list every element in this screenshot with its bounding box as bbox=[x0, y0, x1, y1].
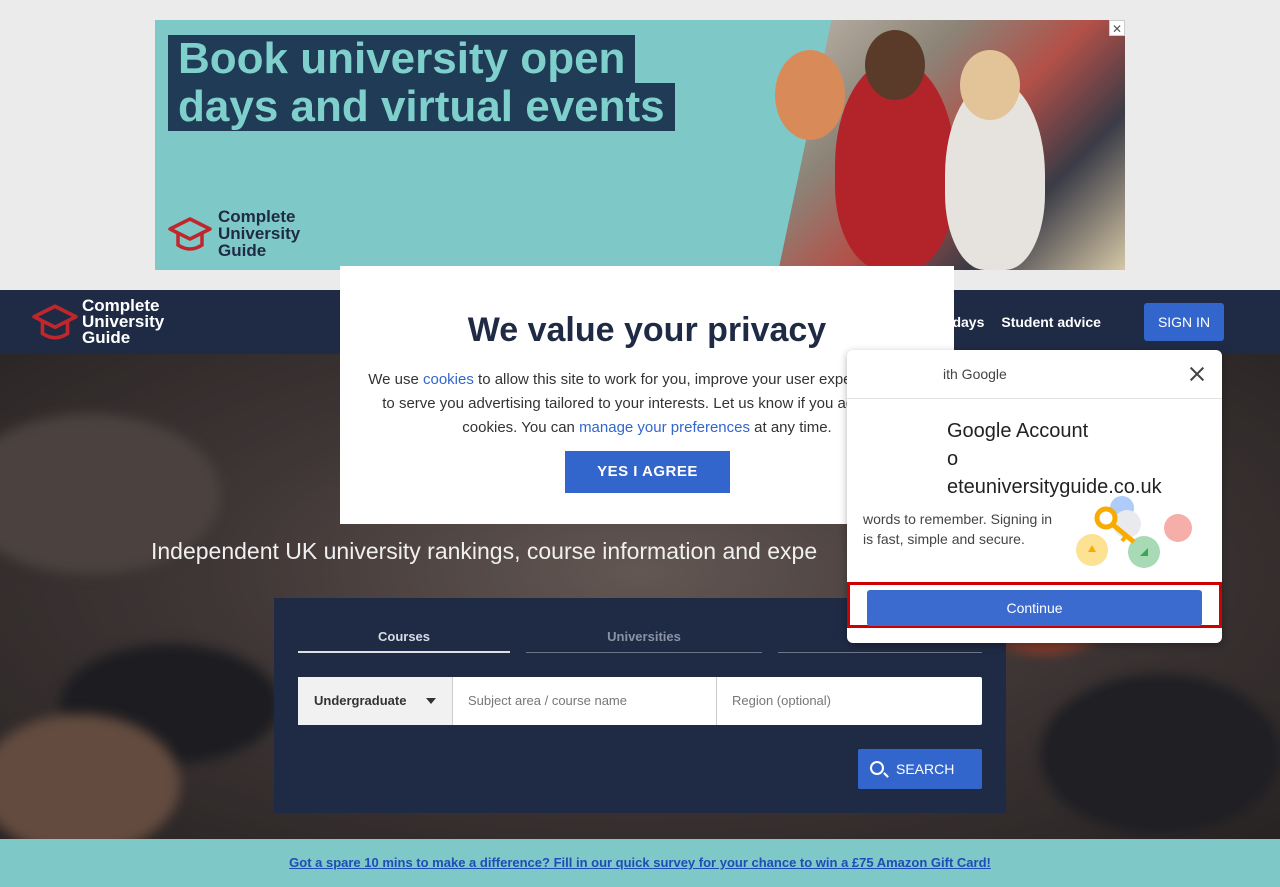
close-icon[interactable] bbox=[1187, 364, 1207, 384]
advert-logo-text: Complete bbox=[218, 207, 296, 226]
privacy-title: We value your privacy bbox=[467, 311, 827, 349]
search-icon bbox=[870, 761, 884, 775]
site-logo-text: Guide bbox=[82, 328, 131, 347]
mortarboard-icon bbox=[168, 216, 212, 251]
google-popup-header: ith Google bbox=[847, 350, 1222, 399]
google-popup-description: words to remember. Signing in is fast, s… bbox=[863, 511, 1053, 547]
advert-logo-text: Guide bbox=[218, 241, 267, 260]
google-popup-title: Google Account o eteuniversityguide.co.u… bbox=[947, 417, 1162, 501]
region-input[interactable]: Region (optional) bbox=[717, 677, 982, 725]
nav-links: n days Student advice bbox=[940, 314, 1101, 330]
google-title-line: o bbox=[947, 448, 959, 470]
advert-logo-text: University bbox=[218, 224, 301, 243]
advert-logo: Complete University Guide bbox=[168, 208, 300, 259]
caret-down-icon bbox=[426, 698, 436, 704]
hero-subtitle: Independent UK university rankings, cour… bbox=[151, 538, 818, 564]
advert-headline: Book university open days and virtual ev… bbox=[168, 35, 675, 131]
cookies-link[interactable]: cookies bbox=[423, 371, 474, 388]
manage-preferences-link[interactable]: manage your preferences bbox=[579, 419, 750, 436]
survey-banner: Got a spare 10 mins to make a difference… bbox=[0, 839, 1280, 887]
tab-courses[interactable]: Courses bbox=[298, 628, 510, 653]
photo-figure bbox=[960, 50, 1020, 120]
ad-close-icon[interactable]: ✕ bbox=[1109, 20, 1125, 36]
agree-button[interactable]: YES I AGREE bbox=[565, 451, 730, 493]
privacy-text: We use bbox=[368, 371, 423, 388]
survey-link[interactable]: Got a spare 10 mins to make a difference… bbox=[289, 855, 991, 870]
tab-universities[interactable]: Universities bbox=[526, 628, 762, 653]
site-logo[interactable]: Complete University Guide bbox=[32, 297, 164, 347]
key-illustration-icon bbox=[1076, 496, 1192, 568]
google-popup-header-text: ith Google bbox=[943, 366, 1007, 382]
sign-in-button[interactable]: SIGN IN bbox=[1144, 303, 1224, 341]
nav-link-student-advice[interactable]: Student advice bbox=[1001, 314, 1101, 330]
search-button[interactable]: SEARCH bbox=[858, 749, 982, 789]
google-title-line: Google Account bbox=[947, 420, 1089, 442]
google-signin-popup: ith Google Google Account o eteuniversit… bbox=[847, 350, 1222, 643]
search-button-label: SEARCH bbox=[896, 761, 955, 777]
photo-figure bbox=[865, 30, 925, 100]
privacy-body: We use cookies to allow this site to wor… bbox=[366, 368, 928, 440]
advert-banner[interactable]: Book university open days and virtual ev… bbox=[155, 20, 1125, 270]
study-level-select[interactable]: Undergraduate bbox=[298, 677, 453, 725]
ad-area: Book university open days and virtual ev… bbox=[0, 0, 1280, 290]
photo-figure bbox=[775, 50, 845, 140]
advert-headline-line: days and virtual events bbox=[168, 83, 675, 131]
mortarboard-icon bbox=[32, 304, 78, 340]
advert-photo bbox=[745, 20, 1125, 270]
privacy-text: at any time. bbox=[750, 419, 832, 436]
advert-headline-line: Book university open bbox=[168, 35, 636, 83]
subject-input[interactable]: Subject area / course name bbox=[453, 677, 717, 725]
study-level-value: Undergraduate bbox=[314, 693, 407, 708]
search-row: Undergraduate Subject area / course name… bbox=[298, 677, 982, 725]
continue-button[interactable]: Continue bbox=[867, 590, 1202, 626]
